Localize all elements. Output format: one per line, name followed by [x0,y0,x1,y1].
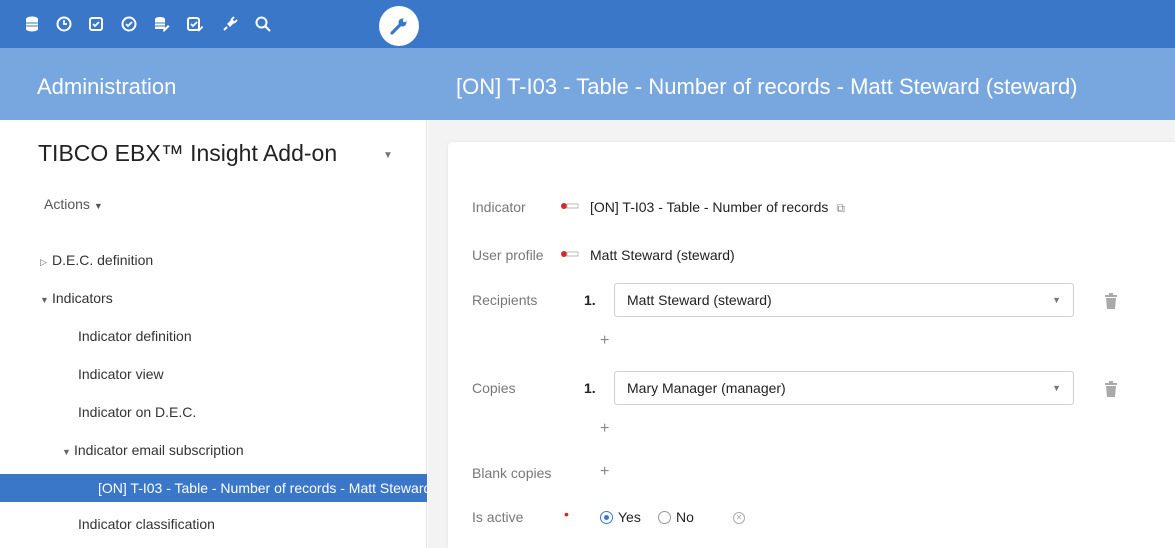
record-title: [ON] T-I03 - Table - Number of records -… [456,74,1078,99]
recipient-index: 1. [584,292,596,308]
search-icon[interactable] [251,12,275,36]
required-marker: • [564,506,569,522]
sidebar-item-label: D.E.C. definition [52,252,154,268]
radio-no-label: No [676,509,694,525]
top-toolbar [0,0,1175,48]
sidebar-item-selected-record[interactable]: [ON] T-I03 - Table - Number of records -… [0,474,427,502]
database-icon[interactable] [20,12,44,36]
recipient-select[interactable]: Matt Steward (steward) ▼ [614,283,1074,317]
checkbox-icon[interactable] [84,12,108,36]
module-dropdown-icon[interactable]: ▼ [383,150,393,161]
trash-icon[interactable] [1104,381,1118,397]
caret-down-icon: ▼ [93,201,103,211]
clear-value-icon[interactable]: ✕ [733,512,745,524]
sidebar-item-indicator-classification[interactable]: Indicator classification [78,516,215,532]
recipient-select-value: Matt Steward (steward) [627,292,772,308]
administration-title: Administration [37,74,177,99]
user-profile-value: Matt Steward (steward) [590,247,735,263]
collapse-arrow-icon[interactable]: ▼ [62,447,74,457]
sidebar-item-label: Indicators [52,290,113,306]
plugin-icon[interactable] [218,12,242,36]
record-form-panel: Indicator [ON] T-I03 - Table - Number of… [448,142,1175,548]
indicator-link[interactable]: [ON] T-I03 - Table - Number of records [590,199,828,215]
sidebar-item-indicator-on-dec[interactable]: Indicator on D.E.C. [78,404,196,420]
task-check-icon[interactable] [183,12,207,36]
foreign-key-icon [561,251,579,257]
copy-select-value: Mary Manager (manager) [627,380,786,396]
indicator-label: Indicator [472,199,526,215]
copy-select[interactable]: Mary Manager (manager) ▼ [614,371,1074,405]
add-blank-copy-button[interactable]: + [600,463,609,481]
is-active-no-radio[interactable]: No [658,509,694,525]
sidebar-item-label: Indicator email subscription [74,442,244,458]
collapse-arrow-icon[interactable]: ▼ [40,295,52,305]
clock-icon[interactable] [52,12,76,36]
radio-unchecked-icon[interactable] [658,510,671,524]
module-title: TIBCO EBX™ Insight Add-on [38,140,338,166]
sidebar-item-label: [ON] T-I03 - Table - Number of records -… [98,480,427,496]
copies-label: Copies [472,380,516,396]
trash-icon[interactable] [1104,293,1118,309]
radio-checked-icon[interactable] [600,510,613,524]
actions-label: Actions [44,196,90,212]
indicator-value[interactable]: [ON] T-I03 - Table - Number of records ⧉ [590,199,845,216]
sidebar-item-label: Indicator classification [78,516,215,532]
page-header: Administration [ON] T-I03 - Table - Numb… [0,48,1175,120]
sidebar-item-label: Indicator definition [78,328,192,344]
chevron-down-icon: ▼ [1052,295,1061,305]
chevron-down-icon: ▼ [1052,383,1061,393]
expand-arrow-icon[interactable]: ▷ [40,257,52,268]
user-profile-label: User profile [472,247,544,263]
check-circle-icon[interactable] [117,12,141,36]
is-active-yes-radio[interactable]: Yes [600,509,641,525]
sidebar-item-dec-definition[interactable]: ▷ D.E.C. definition [40,252,153,268]
add-copy-button[interactable]: + [600,420,609,438]
sidebar-item-indicator-email-subscription[interactable]: ▼ Indicator email subscription [62,442,244,458]
wrench-icon[interactable] [379,6,419,46]
sidebar-item-label: Indicator on D.E.C. [78,404,197,420]
add-recipient-button[interactable]: + [600,332,609,350]
foreign-key-icon [561,203,579,209]
sidebar: TIBCO EBX™ Insight Add-on ▼ Actions ▼ ▷ D.… [0,120,427,548]
recipients-label: Recipients [472,292,538,308]
main-content: Indicator [ON] T-I03 - Table - Number of… [428,120,1175,548]
external-link-icon[interactable]: ⧉ [836,201,845,216]
copy-index: 1. [584,380,596,396]
is-active-label: Is active [472,509,524,525]
radio-yes-label: Yes [618,509,641,525]
blank-copies-label: Blank copies [472,465,552,481]
sidebar-item-indicator-view[interactable]: Indicator view [78,366,164,382]
data-edit-icon[interactable] [149,12,173,36]
actions-menu[interactable]: Actions ▼ [44,196,103,212]
sidebar-item-indicator-definition[interactable]: Indicator definition [78,328,192,344]
sidebar-item-indicators[interactable]: ▼ Indicators [40,290,113,306]
sidebar-item-label: Indicator view [78,366,164,382]
